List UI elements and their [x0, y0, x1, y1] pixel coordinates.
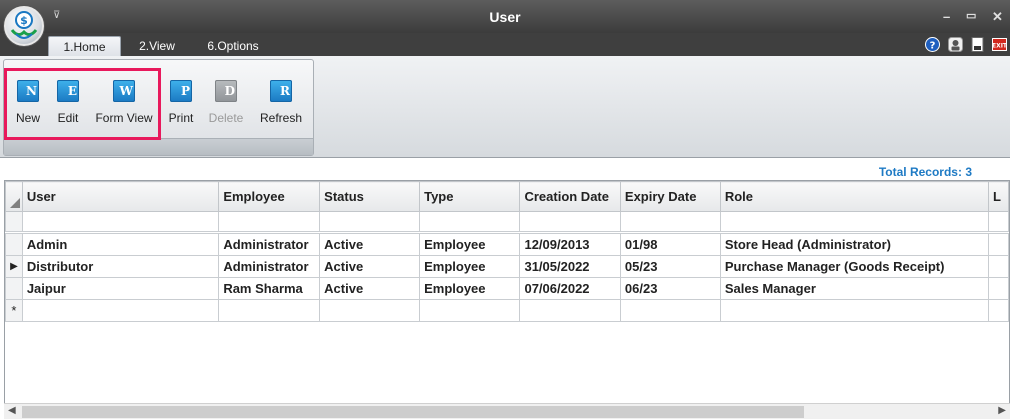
new-cell-user[interactable]: [21, 299, 220, 322]
cell-status[interactable]: Active: [319, 277, 421, 300]
cell-user[interactable]: Admin: [21, 233, 220, 256]
cell-type[interactable]: Employee: [419, 255, 521, 278]
cell-role[interactable]: Purchase Manager (Goods Receipt): [719, 255, 990, 278]
filter-cell-role[interactable]: [719, 211, 990, 232]
column-header-creation-date[interactable]: Creation Date: [519, 181, 621, 212]
cell-creation-date[interactable]: 31/05/2022: [519, 255, 621, 278]
table-row[interactable]: ▶ Distributor Administrator Active Emplo…: [5, 255, 1009, 278]
filter-cell-creation-date[interactable]: [519, 211, 621, 232]
cell-role[interactable]: Sales Manager: [719, 277, 990, 300]
table-row[interactable]: Jaipur Ram Sharma Active Employee 07/06/…: [5, 277, 1009, 300]
current-row-indicator-icon[interactable]: ▶: [5, 255, 23, 278]
filter-row: [5, 211, 1009, 232]
horizontal-scrollbar[interactable]: ◀ ▶: [4, 403, 1010, 419]
svg-text:$: $: [20, 14, 28, 27]
tab-view[interactable]: 2.View: [124, 36, 190, 56]
scrollbar-thumb[interactable]: [22, 406, 804, 418]
delete-label: Delete: [208, 111, 244, 125]
cell-expiry-date[interactable]: 05/23: [619, 255, 721, 278]
filter-cell-status[interactable]: [319, 211, 421, 232]
select-all-icon: [10, 198, 20, 208]
filter-cell-employee[interactable]: [218, 211, 321, 232]
new-row-marker-icon[interactable]: *: [5, 299, 23, 322]
table-row[interactable]: Admin Administrator Active Employee 12/0…: [5, 233, 1009, 256]
column-header-l[interactable]: L: [988, 181, 1009, 212]
new-cell-type[interactable]: [419, 299, 521, 322]
user-icon[interactable]: [948, 37, 963, 52]
user-grid[interactable]: User Employee Status Type Creation Date …: [4, 180, 1010, 405]
column-header-employee[interactable]: Employee: [218, 181, 321, 212]
new-cell-employee[interactable]: [218, 299, 321, 322]
cell-l[interactable]: [988, 255, 1009, 278]
maximize-icon[interactable]: ▭: [966, 9, 976, 22]
new-cell-l[interactable]: [988, 299, 1009, 322]
cell-l[interactable]: [988, 277, 1009, 300]
print-icon: P: [170, 80, 192, 102]
close-icon[interactable]: ✕: [992, 9, 1003, 25]
cell-creation-date[interactable]: 07/06/2022: [519, 277, 621, 300]
refresh-label: Refresh: [259, 111, 303, 125]
new-cell-role[interactable]: [719, 299, 990, 322]
tab-options[interactable]: 6.Options: [196, 36, 270, 56]
cell-user[interactable]: Distributor: [21, 255, 220, 278]
column-header-role[interactable]: Role: [719, 181, 990, 212]
filter-cell-user[interactable]: [21, 211, 220, 232]
print-button[interactable]: P Print: [163, 80, 199, 130]
select-all-cell[interactable]: [5, 181, 23, 212]
window-title: User: [489, 9, 521, 25]
cell-employee[interactable]: Ram Sharma: [218, 277, 321, 300]
grid-header-row: User Employee Status Type Creation Date …: [5, 181, 1009, 212]
column-header-type[interactable]: Type: [419, 181, 521, 212]
cell-l[interactable]: [988, 233, 1009, 256]
scroll-left-icon[interactable]: ◀: [8, 405, 16, 416]
filter-cell-type[interactable]: [419, 211, 521, 232]
delete-icon: D: [215, 80, 237, 102]
filter-cell-expiry-date[interactable]: [619, 211, 721, 232]
app-menu-orb-icon[interactable]: $: [4, 6, 44, 46]
document-icon[interactable]: [970, 37, 985, 52]
cell-role[interactable]: Store Head (Administrator): [719, 233, 990, 256]
scroll-right-icon[interactable]: ▶: [998, 405, 1006, 416]
user-table: User Employee Status Type Creation Date …: [5, 181, 1009, 322]
cell-status[interactable]: Active: [319, 233, 421, 256]
delete-button[interactable]: D Delete: [205, 80, 247, 130]
total-records-label: Total Records: 3: [878, 165, 972, 179]
title-bar: ⊽ User – ▭ ✕: [0, 0, 1010, 33]
new-cell-creation-date[interactable]: [519, 299, 621, 322]
new-cell-status[interactable]: [319, 299, 421, 322]
cell-status[interactable]: Active: [319, 255, 421, 278]
exit-icon[interactable]: EXIT: [992, 37, 1007, 52]
row-header[interactable]: [5, 277, 23, 300]
ribbon-group-footer: [4, 138, 313, 155]
svg-text:EXIT: EXIT: [992, 43, 1007, 50]
row-header: [5, 211, 23, 232]
column-header-status[interactable]: Status: [319, 181, 421, 212]
app-logo-icon: $: [10, 11, 38, 39]
svg-text:?: ?: [930, 41, 936, 52]
minimize-icon[interactable]: –: [943, 9, 950, 24]
cell-expiry-date[interactable]: 06/23: [619, 277, 721, 300]
new-cell-expiry-date[interactable]: [619, 299, 721, 322]
cell-user[interactable]: Jaipur: [21, 277, 220, 300]
tab-home[interactable]: 1.Home: [48, 36, 121, 56]
print-label: Print: [168, 111, 194, 125]
cell-expiry-date[interactable]: 01/98: [619, 233, 721, 256]
cell-employee[interactable]: Administrator: [218, 255, 321, 278]
filter-cell-l[interactable]: [988, 211, 1009, 232]
user-window: ⊽ User – ▭ ✕ $ 1.Home 2.View 6.Options ?: [0, 0, 1010, 419]
ribbon-tab-bar: 1.Home 2.View 6.Options ? EXIT: [0, 33, 1010, 56]
refresh-icon: R: [270, 80, 292, 102]
row-header[interactable]: [5, 233, 23, 256]
refresh-button[interactable]: R Refresh: [256, 80, 306, 130]
cell-type[interactable]: Employee: [419, 233, 521, 256]
new-row[interactable]: *: [5, 299, 1009, 322]
highlight-box: [4, 68, 161, 140]
cell-creation-date[interactable]: 12/09/2013: [519, 233, 621, 256]
column-header-user[interactable]: User: [21, 181, 220, 212]
cell-type[interactable]: Employee: [419, 277, 521, 300]
cell-employee[interactable]: Administrator: [218, 233, 321, 256]
help-icon[interactable]: ?: [925, 37, 940, 52]
column-header-expiry-date[interactable]: Expiry Date: [619, 181, 721, 212]
